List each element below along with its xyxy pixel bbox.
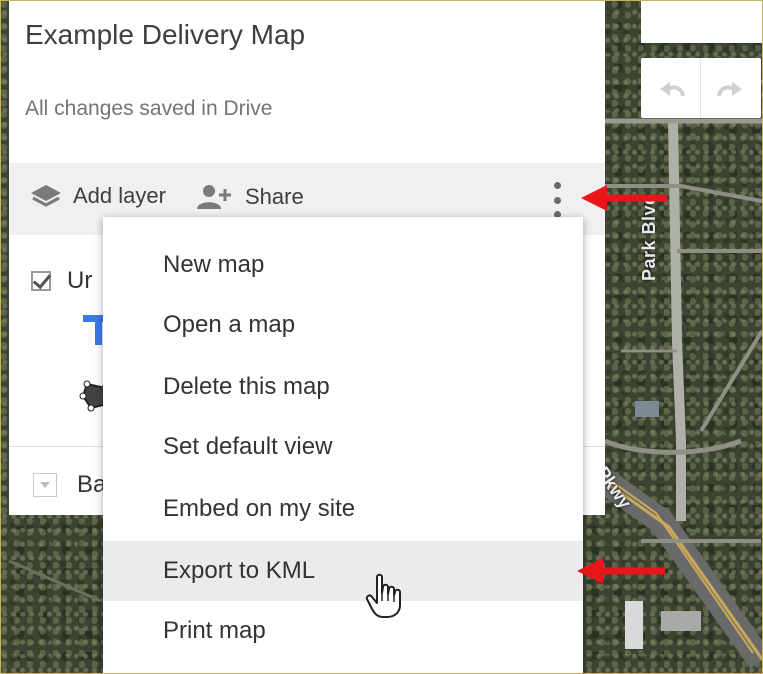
menu-item-export-kml[interactable]: Export to KML [103,541,583,601]
add-person-icon [197,185,231,209]
share-label: Share [245,184,304,209]
options-menu: New map Open a map Delete this map Set d… [103,217,583,673]
more-vert-icon-dot [553,196,561,204]
base-map-label: Ba [77,471,107,498]
hand-pointer-icon [365,573,401,618]
menu-item-delete-map[interactable]: Delete this map [103,357,583,417]
undo-icon [659,82,685,97]
screenshot-frame: Park Blvd Pkwy Example Delivery Map All … [0,0,763,674]
menu-item-open-map[interactable]: Open a map [103,295,583,355]
menu-item-new-map[interactable]: New map [103,235,583,295]
redo-button[interactable] [700,58,760,118]
add-layer-button[interactable]: Add layer [29,183,166,209]
layer-name: Ur [67,267,93,294]
base-map-row[interactable]: Ba [33,471,106,499]
menu-item-embed[interactable]: Embed on my site [103,479,583,539]
undo-redo-group [641,58,761,118]
more-vert-icon [553,182,561,189]
menu-item-set-default-view[interactable]: Set default view [103,417,583,477]
more-options-button[interactable] [545,180,569,220]
layers-icon [31,185,61,207]
red-arrow-annotation [581,185,667,211]
dropdown-icon[interactable] [33,473,57,497]
menu-item-print-map[interactable]: Print map [103,601,583,661]
map-search-box[interactable] [641,1,762,43]
layer-row[interactable]: Ur [31,267,92,295]
map-title[interactable]: Example Delivery Map [25,19,305,51]
share-button[interactable]: Share [195,183,304,211]
red-arrow-annotation [577,558,665,584]
undo-button[interactable] [641,58,700,118]
save-status: All changes saved in Drive [25,97,273,120]
redo-icon [716,82,742,97]
checkbox-icon[interactable] [31,271,51,291]
add-layer-label: Add layer [73,183,166,208]
